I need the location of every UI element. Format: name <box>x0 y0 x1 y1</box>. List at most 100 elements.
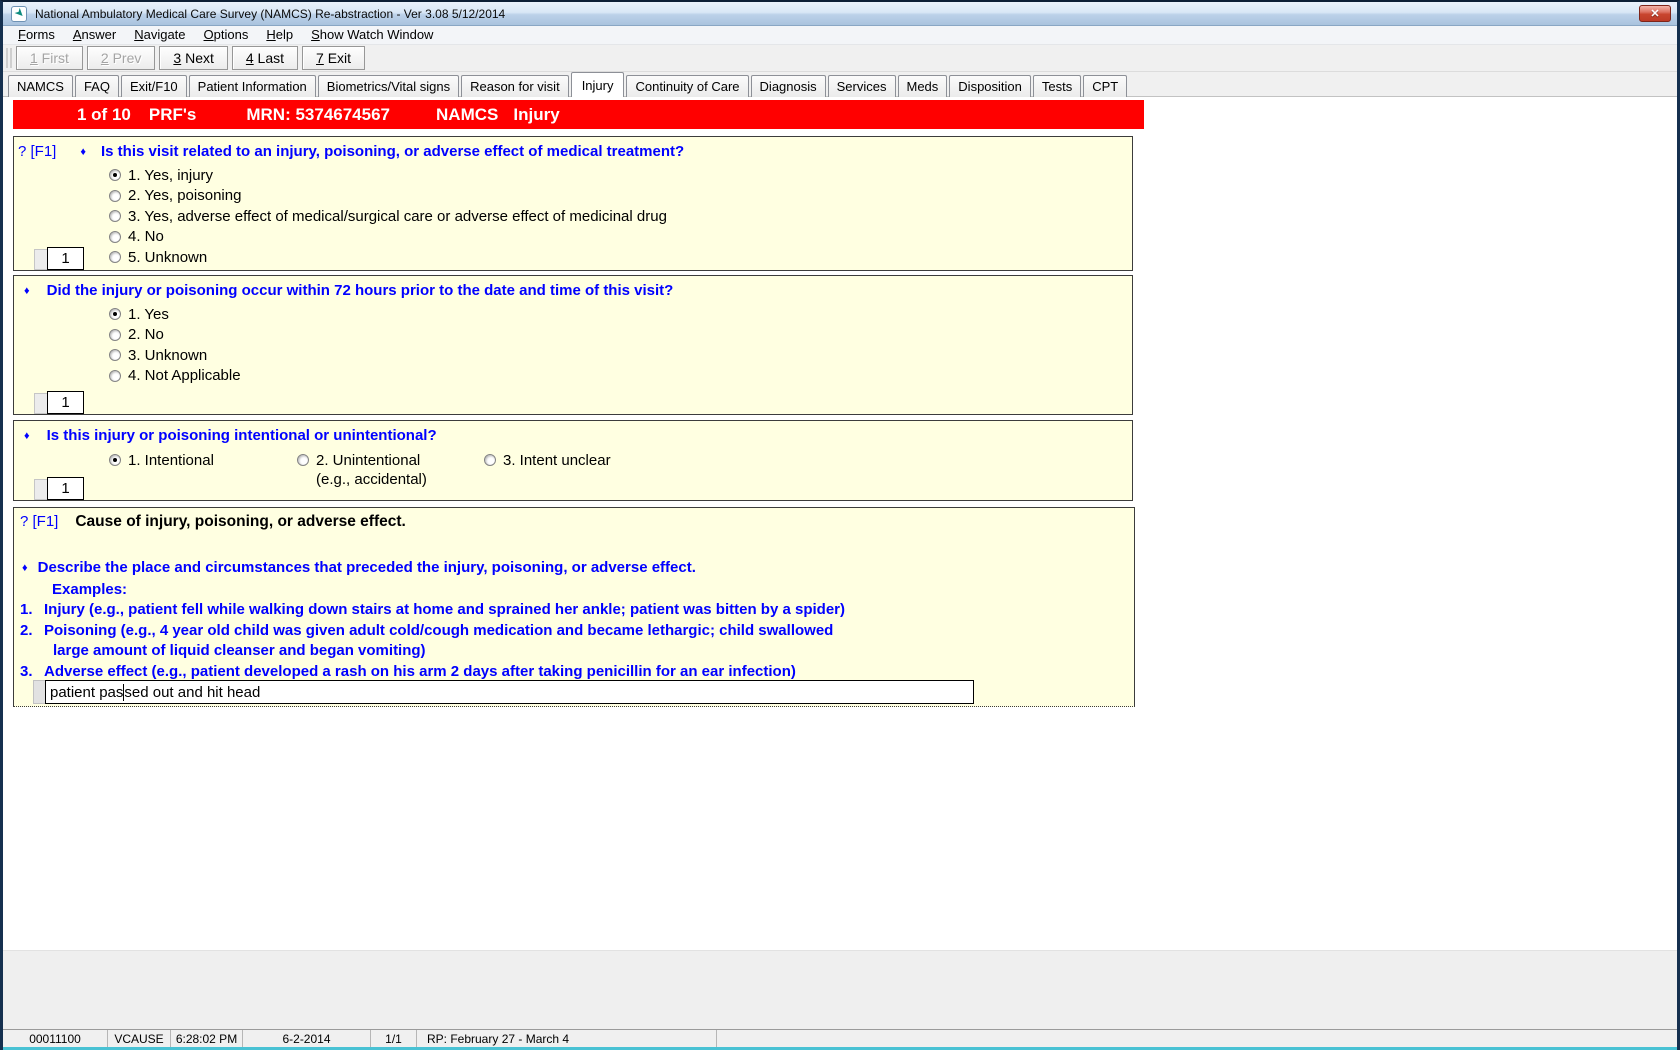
app-icon-arrow: ➤ <box>12 6 26 21</box>
tab-exit-f10[interactable]: Exit/F10 <box>120 75 187 97</box>
radio-1-yes[interactable] <box>109 308 121 321</box>
answer-entry-field[interactable]: 1 <box>47 247 84 270</box>
radio-option-3-intent-unclear: 3. Intent unclear <box>484 450 611 470</box>
section-tab-bar: NAMCS FAQ Exit/F10 Patient Information Biome… <box>3 72 1677 97</box>
tab-faq[interactable]: FAQ <box>74 75 119 97</box>
tab-meds[interactable]: Meds <box>897 75 948 97</box>
tab-continuity-of-care[interactable]: Continuity of Care <box>626 75 749 97</box>
toolbar-button-1-first: 1 First <box>16 46 83 70</box>
close-button[interactable]: ✕ <box>1639 5 1671 22</box>
radio-4-no[interactable] <box>109 230 121 243</box>
radio-option-row: 2. Yes, poisoning <box>109 186 1132 207</box>
menu-show-watch-window[interactable]: Show Watch Window <box>302 26 442 44</box>
radio-2-yes-poisoning[interactable] <box>109 189 121 202</box>
menu-navigate[interactable]: Navigate <box>125 26 194 44</box>
help-f1-link[interactable]: ? [F1] <box>18 143 56 160</box>
question-panel-cause: ? [F1] Cause of injury, poisoning, or ad… <box>13 507 1135 707</box>
toolbar-button-3-next[interactable]: 3 Next <box>159 46 228 70</box>
status-page-indicator: 1/1 <box>371 1030 417 1047</box>
question-panel-72-hours: ♦ Did the injury or poisoning occur with… <box>13 275 1133 415</box>
example-text: Poisoning (e.g., 4 year old child was gi… <box>44 621 834 639</box>
radio-5-unknown[interactable] <box>109 251 121 264</box>
radio-group-intent: 1. Intentional 2. Unintentional (e.g., acc… <box>14 450 1132 494</box>
radio-option-label: 4. Not Applicable <box>128 367 241 385</box>
radio-option-label: 4. No <box>128 228 164 246</box>
app-icon: ➤ <box>11 5 27 22</box>
diamond-bullet-icon: ♦ <box>24 430 30 442</box>
tab-patient-information[interactable]: Patient Information <box>188 75 316 97</box>
menu-options[interactable]: Options <box>195 26 258 44</box>
radio-4-not-applicable[interactable] <box>109 369 121 382</box>
radio-option-label: 2. No <box>128 326 164 344</box>
help-f1-link[interactable]: ? [F1] <box>20 513 58 530</box>
radio-option-row: 1. Yes <box>109 304 1132 325</box>
menu-answer[interactable]: Answer <box>64 26 125 44</box>
menu-forms[interactable]: Forms <box>9 26 64 44</box>
examples-list: 1. Injury (e.g., patient fell while walki… <box>14 600 1134 682</box>
example-text: large amount of liquid cleanser and bega… <box>53 642 426 659</box>
cause-text-input[interactable]: patient pas sed out and hit head <box>45 680 974 704</box>
answer-box-gutter <box>34 249 47 270</box>
status-date: 6-2-2014 <box>243 1030 371 1047</box>
radio-option-row: 1. Yes, injury <box>109 165 1132 186</box>
tab-injury[interactable]: Injury <box>570 72 625 97</box>
lower-filler-area <box>3 950 1677 1029</box>
radio-1-yes-injury[interactable] <box>109 169 121 182</box>
tab-biometrics-vital-signs[interactable]: Biometrics/Vital signs <box>317 75 460 97</box>
tab-reason-for-visit[interactable]: Reason for visit <box>461 75 569 97</box>
example-line: 2. Poisoning (e.g., 4 year old child was … <box>14 621 1134 642</box>
radio-2-no[interactable] <box>109 328 121 341</box>
cause-input-row: patient pas sed out and hit head <box>33 680 974 704</box>
example-text: Injury (e.g., patient fell while walking… <box>44 601 845 618</box>
radio-3-unknown[interactable] <box>109 349 121 362</box>
radio-3-intent-unclear[interactable] <box>484 454 496 466</box>
radio-option-row: 1. Intentional <box>109 450 214 470</box>
toolbar-button-2-prev: 2 Prev <box>86 46 156 70</box>
menu-help[interactable]: Help <box>257 26 302 44</box>
toolbar-button-7-exit[interactable]: 7 Exit <box>302 46 366 70</box>
input-text-before-caret: patient pas <box>50 683 124 701</box>
radio-1-intentional[interactable] <box>109 454 121 466</box>
title-bar: ➤ National Ambulatory Medical Care Surve… <box>3 2 1677 26</box>
answer-box: 1 <box>34 477 84 500</box>
example-line: large amount of liquid cleanser and bega… <box>14 641 1134 662</box>
answer-box-gutter <box>34 393 47 414</box>
question-text: Did the injury or poisoning occur within… <box>46 282 674 299</box>
radio-option-row: 3. Unknown <box>109 345 1132 366</box>
answer-entry-field[interactable]: 1 <box>47 391 84 414</box>
tab-services[interactable]: Services <box>827 75 896 97</box>
menu-bar: Forms Answer Navigate Options Help Show Watch… <box>3 26 1677 45</box>
example-number: 1. <box>20 601 33 618</box>
radio-option-label: 1. Yes <box>128 305 169 323</box>
radio-option-label: 5. Unknown <box>128 248 208 266</box>
input-text-after-caret: sed out and hit head <box>124 683 261 701</box>
record-unit-label: PRF's <box>148 104 197 124</box>
answer-box: 1 <box>34 391 84 414</box>
status-time: 6:28:02 PM <box>171 1030 243 1047</box>
radio-group-72-hours: 1. Yes 2. No 3. Unknown 4. Not Applicable <box>109 304 1132 386</box>
radio-option-row: 2. No <box>109 325 1132 346</box>
question-panel-intent: ♦ Is this injury or poisoning intentiona… <box>13 420 1133 501</box>
question-text: Is this visit related to an injury, pois… <box>100 143 685 160</box>
radio-option-label: 3. Yes, adverse effect of medical/surgic… <box>128 207 667 225</box>
tab-namcs[interactable]: NAMCS <box>8 75 73 97</box>
radio-option-label: 2. Yes, poisoning <box>128 187 242 205</box>
examples-label: Examples: <box>52 580 128 598</box>
window-title: National Ambulatory Medical Care Survey … <box>35 6 506 21</box>
tab-diagnosis[interactable]: Diagnosis <box>750 75 826 97</box>
status-record-id: 00011100 <box>3 1030 108 1047</box>
radio-2-unintentional[interactable] <box>297 454 309 466</box>
answer-entry-field[interactable]: 1 <box>47 477 84 500</box>
radio-3-yes-adverse-effect-of-medical-surgical-care-or-adverse-effect-of-medicinal-drug[interactable] <box>109 210 121 223</box>
tab-disposition[interactable]: Disposition <box>949 75 1031 97</box>
mrn-label: MRN: 5374674567 <box>246 104 391 124</box>
tab-cpt[interactable]: CPT <box>1083 75 1128 97</box>
example-number: 2. <box>20 621 33 639</box>
application-window: ➤ National Ambulatory Medical Care Surve… <box>0 0 1680 1050</box>
radio-option-label: 1. Intentional <box>128 451 214 469</box>
radio-option-label: 1. Yes, injury <box>128 166 214 184</box>
toolbar-button-4-last[interactable]: 4 Last <box>231 46 299 70</box>
status-bar: 00011100 VCAUSE 6:28:02 PM 6-2-2014 1/1 RP: F… <box>3 1029 1677 1047</box>
tab-tests[interactable]: Tests <box>1032 75 1082 97</box>
radio-option-row: 3. Intent unclear <box>484 450 611 470</box>
